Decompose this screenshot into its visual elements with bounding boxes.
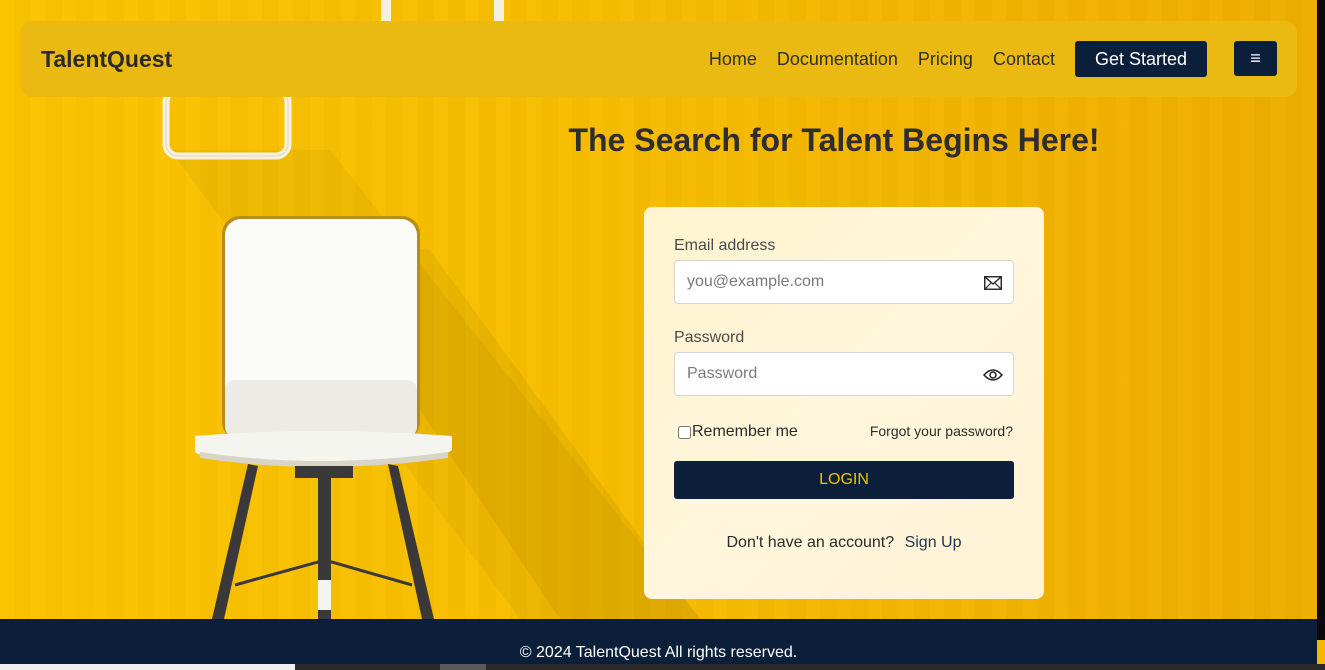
signup-link[interactable]: Sign Up (905, 534, 962, 551)
nav-link-contact[interactable]: Contact (993, 49, 1055, 70)
copyright-text: © 2024 TalentQuest All rights reserved. (519, 644, 798, 661)
taskbar-segment (440, 664, 486, 670)
eye-icon[interactable] (983, 365, 1003, 385)
remember-me[interactable]: Remember me (678, 423, 798, 441)
email-field[interactable] (675, 261, 1013, 303)
login-card: Email address Password Remember me Forgo… (644, 207, 1044, 599)
email-field-wrapper (674, 260, 1014, 304)
remember-me-checkbox[interactable] (678, 425, 691, 439)
footer: © 2024 TalentQuest All rights reserved. (0, 619, 1317, 670)
forgot-password-link[interactable]: Forgot your password? (870, 423, 1013, 439)
window-edge (1317, 0, 1325, 640)
password-field[interactable] (675, 353, 1013, 395)
brand-logo[interactable]: TalentQuest (41, 21, 172, 97)
hamburger-icon: ≡ (1250, 48, 1261, 68)
taskbar-strip (0, 664, 1325, 670)
no-account-text: Don't have an account? (726, 534, 895, 551)
nav-links: Home Documentation Pricing Contact (709, 21, 1055, 97)
login-button[interactable]: LOGIN (674, 461, 1014, 499)
password-label: Password (674, 329, 745, 346)
nav-link-pricing[interactable]: Pricing (918, 49, 973, 70)
nav-link-documentation[interactable]: Documentation (777, 49, 898, 70)
nav-link-home[interactable]: Home (709, 49, 757, 70)
menu-button[interactable]: ≡ (1234, 41, 1277, 76)
remember-me-label: Remember me (692, 423, 798, 440)
taskbar-segment (0, 664, 295, 670)
envelope-icon (983, 273, 1003, 293)
email-label: Email address (674, 237, 776, 254)
get-started-button[interactable]: Get Started (1075, 41, 1207, 77)
navbar: TalentQuest Home Documentation Pricing C… (20, 21, 1297, 97)
signup-row: Don't have an account? Sign Up (644, 534, 1044, 552)
password-field-wrapper (674, 352, 1014, 396)
page-title: The Search for Talent Begins Here! (568, 122, 1100, 158)
